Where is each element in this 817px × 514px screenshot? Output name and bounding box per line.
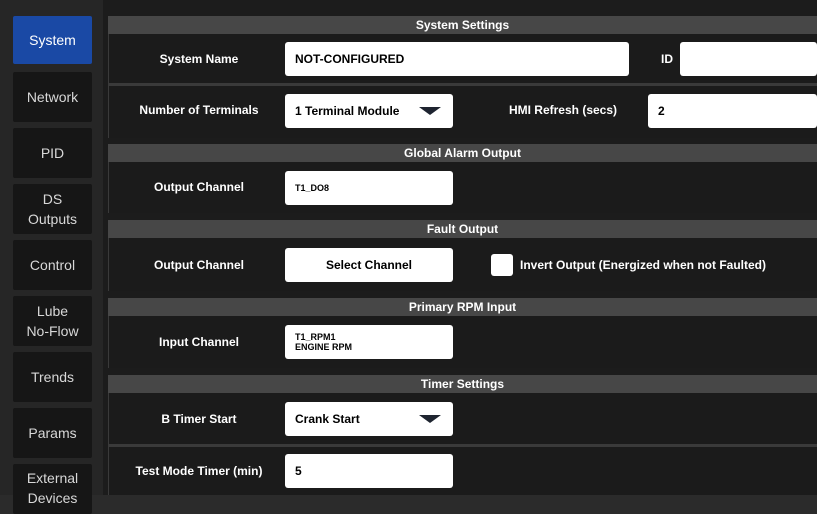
global-alarm-channel-field[interactable]: T1_DO8 [285, 171, 453, 205]
sidebar-item-label: Network [26, 89, 79, 105]
sidebar-item-label: Lube No-Flow [26, 303, 79, 339]
select-channel-button[interactable]: Select Channel [285, 248, 453, 282]
b-timer-dropdown[interactable]: Crank Start [285, 402, 453, 436]
primary-rpm-channel-label: Input Channel [159, 335, 239, 349]
fault-output-channel-label: Output Channel [154, 258, 244, 272]
system-settings-header: System Settings [108, 16, 817, 34]
terminals-dropdown-value: 1 Terminal Module [295, 104, 400, 118]
sidebar-item-label: System [29, 32, 76, 48]
sidebar-item-label: PID [40, 145, 65, 161]
section-title: Primary RPM Input [408, 300, 517, 314]
primary-rpm-header: Primary RPM Input [108, 298, 817, 316]
sidebar-item-label: Params [28, 425, 77, 441]
sidebar-item-system[interactable]: System [13, 16, 92, 64]
sidebar-item-label: Trends [30, 369, 75, 385]
global-alarm-channel-label: Output Channel [154, 180, 244, 194]
invert-output-label: Invert Output (Energized when not Faulte… [520, 258, 766, 272]
settings-panel: System Settings System Name NOT-CONFIGUR… [103, 0, 817, 495]
b-timer-label: B Timer Start [161, 412, 237, 426]
sidebar-item-trends[interactable]: Trends [13, 352, 92, 402]
sidebar-item-network[interactable]: Network [13, 72, 92, 122]
section-title: Global Alarm Output [404, 146, 521, 160]
b-timer-dropdown-value: Crank Start [295, 412, 360, 426]
hmi-refresh-label: HMI Refresh (secs) [508, 103, 618, 117]
sidebar-item-external-devices[interactable]: External Devices [13, 464, 92, 514]
section-title: Timer Settings [420, 377, 505, 391]
sidebar-item-pid[interactable]: PID [13, 128, 92, 178]
timer-settings-header: Timer Settings [108, 375, 817, 393]
sidebar-nav: System Network PID DS Outputs Control Lu… [0, 0, 103, 514]
section-title: System Settings [415, 18, 510, 32]
sidebar-item-params[interactable]: Params [13, 408, 92, 458]
test-mode-field[interactable]: 5 [285, 454, 453, 488]
system-name-label: System Name [159, 52, 239, 66]
invert-output-checkbox[interactable] [491, 254, 513, 276]
sidebar-item-label: External Devices [26, 470, 79, 506]
primary-rpm-channel-value: T1_RPM1 ENGINE RPM [295, 332, 353, 352]
sidebar-item-ds-outputs[interactable]: DS Outputs [13, 184, 92, 234]
test-mode-label: Test Mode Timer (min) [135, 464, 263, 478]
id-field[interactable] [680, 42, 817, 76]
global-alarm-header: Global Alarm Output [108, 144, 817, 162]
terminals-dropdown[interactable]: 1 Terminal Module [285, 94, 453, 128]
system-name-field[interactable]: NOT-CONFIGURED [285, 42, 629, 76]
sidebar-item-control[interactable]: Control [13, 240, 92, 290]
hmi-refresh-field[interactable]: 2 [648, 94, 817, 128]
chevron-down-icon [419, 107, 441, 115]
section-title: Fault Output [426, 222, 499, 236]
terminals-label: Number of Terminals [139, 103, 259, 117]
fault-output-header: Fault Output [108, 220, 817, 238]
sidebar-item-lube-no-flow[interactable]: Lube No-Flow [13, 296, 92, 346]
sidebar-item-label: Control [29, 257, 76, 273]
primary-rpm-channel-field[interactable]: T1_RPM1 ENGINE RPM [285, 325, 453, 359]
chevron-down-icon [419, 415, 441, 423]
sidebar-item-label: DS Outputs [27, 191, 78, 227]
